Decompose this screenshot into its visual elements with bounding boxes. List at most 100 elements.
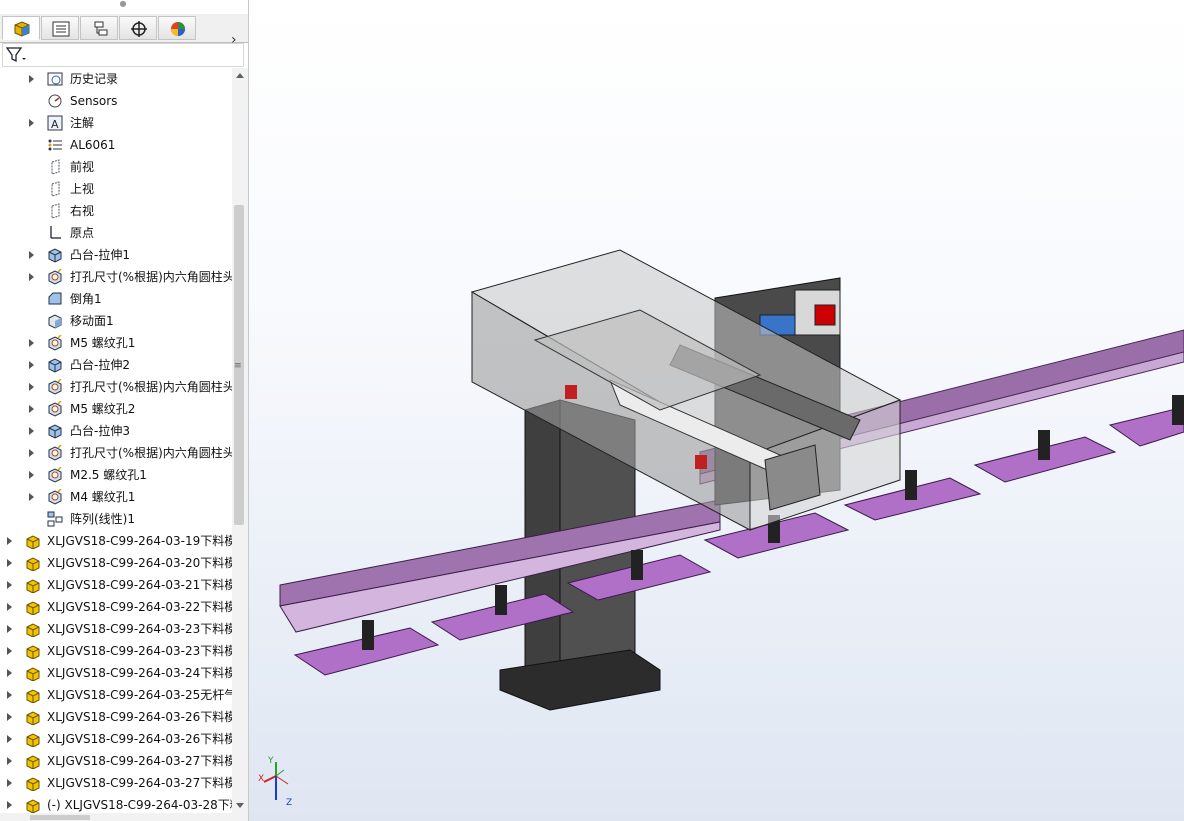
sensor-1 (565, 385, 577, 399)
tree-item-label: 原点 (70, 226, 95, 240)
expand-arrow-icon[interactable] (7, 691, 12, 699)
scroll-down-icon[interactable] (236, 803, 244, 808)
tree-item[interactable]: AL6061 (0, 134, 232, 156)
hole-wizard-icon (47, 378, 63, 395)
expand-arrow-icon[interactable] (7, 713, 12, 721)
tree-item[interactable]: M4 螺纹孔1 (0, 486, 232, 508)
tree-item-label: 阵列(线性)1 (70, 512, 135, 526)
tree-item-label: 凸台-拉伸1 (70, 248, 130, 262)
expand-arrow-icon[interactable] (29, 339, 34, 347)
tree-item-label: M5 螺纹孔1 (70, 336, 136, 350)
tab-dimxpert-manager[interactable] (119, 16, 157, 40)
tree-item[interactable]: XLJGVS18-C99-264-03-27下料模 (0, 750, 232, 772)
tree-item[interactable]: 右视 (0, 200, 232, 222)
expand-arrow-icon[interactable] (29, 449, 34, 457)
hscroll-thumb[interactable] (30, 815, 90, 820)
annotation-icon: A (47, 115, 63, 131)
expand-arrow-icon[interactable] (7, 757, 12, 765)
tree-item[interactable]: 凸台-拉伸1 (0, 244, 232, 266)
expand-arrow-icon[interactable] (7, 779, 12, 787)
tree-item[interactable]: XLJGVS18-C99-264-03-20下料模 (0, 552, 232, 574)
tree-item[interactable]: 原点 (0, 222, 232, 244)
tree-item[interactable]: 历史记录 (0, 68, 232, 90)
tab-property-manager[interactable] (41, 16, 79, 40)
tree-item[interactable]: 打孔尺寸(%根据)内六角圆柱头 (0, 442, 232, 464)
tree-filter-bar[interactable] (2, 43, 244, 67)
tree-item[interactable]: XLJGVS18-C99-264-03-22下料模 (0, 596, 232, 618)
expand-arrow-icon[interactable] (29, 251, 34, 259)
column-base (499, 649, 661, 711)
expand-arrow-icon[interactable] (7, 625, 12, 633)
tree-item[interactable]: Sensors (0, 90, 232, 112)
boss-extrude-icon (47, 423, 63, 439)
scroll-up-icon[interactable] (236, 73, 244, 78)
origin-icon (47, 225, 63, 241)
tab-feature-manager[interactable] (2, 16, 40, 40)
expand-arrow-icon[interactable] (29, 471, 34, 479)
expand-arrow-icon[interactable] (29, 405, 34, 413)
part-icon (25, 797, 41, 814)
tree-item-label: 凸台-拉伸3 (70, 424, 130, 438)
expand-arrow-icon[interactable] (29, 383, 34, 391)
tree-item[interactable]: 移动面1 (0, 310, 232, 332)
tree-item-label: Sensors (70, 94, 118, 108)
expand-arrow-icon[interactable] (7, 581, 12, 589)
part-icon (25, 533, 41, 550)
view-orientation-triad[interactable]: Y X Z (256, 756, 296, 812)
expand-arrow-icon[interactable] (7, 559, 12, 567)
tree-item[interactable]: 打孔尺寸(%根据)内六角圆柱头 (0, 266, 232, 288)
tree-item[interactable]: 凸台-拉伸2 (0, 354, 232, 376)
tree-item[interactable]: 阵列(线性)1 (0, 508, 232, 530)
filter-icon[interactable] (6, 47, 28, 63)
tree-item-label: XLJGVS18-C99-264-03-25无杆气 (47, 688, 232, 702)
tab-display-manager[interactable] (158, 16, 196, 40)
tree-item[interactable]: 打孔尺寸(%根据)内六角圆柱头 (0, 376, 232, 398)
hole-wizard-icon (47, 400, 63, 417)
tree-item[interactable]: 上视 (0, 178, 232, 200)
tree-item[interactable]: XLJGVS18-C99-264-03-25无杆气 (0, 684, 232, 706)
expand-arrow-icon[interactable] (29, 273, 34, 281)
expand-arrow-icon[interactable] (29, 493, 34, 501)
tree-item-label: 凸台-拉伸2 (70, 358, 130, 372)
plane-icon (47, 159, 63, 175)
tree-item[interactable]: XLJGVS18-C99-264-03-23下料模 (0, 640, 232, 662)
expand-arrow-icon[interactable] (29, 75, 34, 83)
expand-arrow-icon[interactable] (29, 119, 34, 127)
expand-arrow-icon[interactable] (7, 537, 12, 545)
tab-configuration-manager[interactable] (80, 16, 118, 40)
part-icon (25, 709, 41, 726)
expand-arrow-icon[interactable] (29, 427, 34, 435)
tree-item[interactable]: M5 螺纹孔1 (0, 332, 232, 354)
expand-arrow-icon[interactable] (7, 669, 12, 677)
tree-item-label: M5 螺纹孔2 (70, 402, 136, 416)
graphics-area[interactable] (249, 0, 1184, 821)
tree-item[interactable]: A 注解 (0, 112, 232, 134)
expand-arrow-icon[interactable] (7, 801, 12, 809)
assembly-model[interactable] (249, 0, 1184, 821)
expand-arrow-icon[interactable] (29, 361, 34, 369)
tree-vertical-scrollbar[interactable]: ≡ (232, 68, 248, 821)
tree-item[interactable]: XLJGVS18-C99-264-03-21下料模 (0, 574, 232, 596)
tree-item[interactable]: XLJGVS18-C99-264-03-24下料模 (0, 662, 232, 684)
tree-item[interactable]: M5 螺纹孔2 (0, 398, 232, 420)
tree-item[interactable]: 前视 (0, 156, 232, 178)
panel-grip-icon[interactable]: ● (119, 0, 127, 8)
tree-horizontal-scrollbar[interactable] (0, 813, 232, 821)
tree-item[interactable]: 凸台-拉伸3 (0, 420, 232, 442)
tree-item[interactable]: 倒角1 (0, 288, 232, 310)
sensor-2 (695, 455, 707, 469)
tree-item[interactable]: XLJGVS18-C99-264-03-27下料模 (0, 772, 232, 794)
part-icon (25, 621, 41, 638)
tree-item[interactable]: M2.5 螺纹孔1 (0, 464, 232, 486)
expand-arrow-icon[interactable] (7, 603, 12, 611)
tree-item[interactable]: XLJGVS18-C99-264-03-26下料模 (0, 706, 232, 728)
tree-item[interactable]: XLJGVS18-C99-264-03-19下料模 (0, 530, 232, 552)
tree-item-label: XLJGVS18-C99-264-03-26下料模 (47, 732, 232, 746)
expand-arrow-icon[interactable] (7, 647, 12, 655)
tree-item-label: XLJGVS18-C99-264-03-27下料模 (47, 776, 232, 790)
expand-arrow-icon[interactable] (7, 735, 12, 743)
tree-item-label: 打孔尺寸(%根据)内六角圆柱头 (70, 270, 232, 284)
tree-item[interactable]: XLJGVS18-C99-264-03-23下料模 (0, 618, 232, 640)
part-icon (25, 665, 41, 682)
tree-item[interactable]: XLJGVS18-C99-264-03-26下料模 (0, 728, 232, 750)
